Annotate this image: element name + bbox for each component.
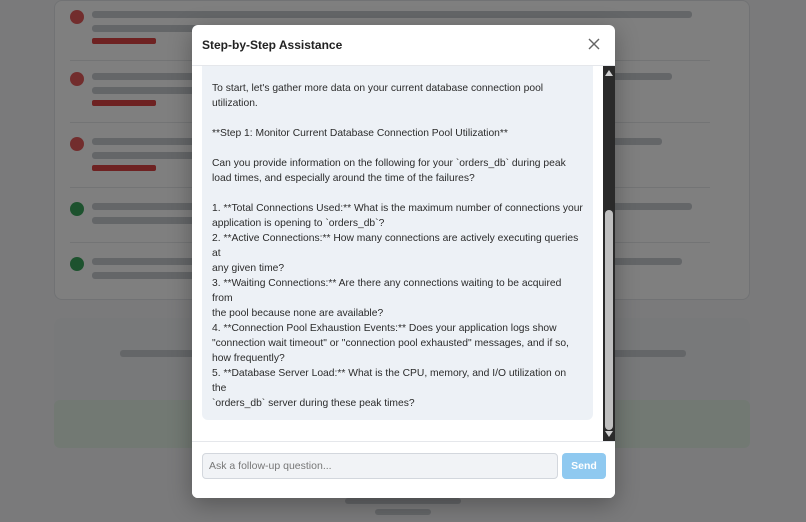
message-line: any given time? xyxy=(212,263,285,274)
message-line: 2. **Active Connections:** How many conn… xyxy=(212,233,579,259)
message-line: 1. **Total Connections Used:** What is t… xyxy=(212,203,583,214)
assistant-message: To start, let's gather more data on your… xyxy=(202,66,593,420)
close-button[interactable] xyxy=(586,36,602,52)
scrollbar[interactable] xyxy=(603,66,615,441)
close-icon xyxy=(588,38,600,50)
follow-up-input[interactable] xyxy=(202,453,558,479)
send-button[interactable]: Send xyxy=(562,453,606,479)
message-line: Can you provide information on the follo… xyxy=(212,158,566,169)
message-line: utilization. xyxy=(212,98,258,109)
modal-footer: Send xyxy=(192,441,615,498)
message-line: To start, let's gather more data on your… xyxy=(212,83,544,94)
scroll-down-arrow-icon[interactable] xyxy=(605,431,613,437)
message-line: "connection wait timeout" or "connection… xyxy=(212,338,569,349)
message-line: 3. **Waiting Connections:** Are there an… xyxy=(212,278,562,304)
message-line: **Step 1: Monitor Current Database Conne… xyxy=(212,128,508,139)
message-line: 4. **Connection Pool Exhaustion Events:*… xyxy=(212,323,557,334)
scroll-up-arrow-icon[interactable] xyxy=(605,70,613,76)
message-line: load times, and especially around the ti… xyxy=(212,173,475,184)
assistance-modal: Step-by-Step Assistance To start, let's … xyxy=(192,25,615,498)
message-line: application is opening to `orders_db`? xyxy=(212,218,385,229)
message-line: the pool because none are available? xyxy=(212,308,384,319)
message-line: how frequently? xyxy=(212,353,285,364)
modal-header: Step-by-Step Assistance xyxy=(192,25,615,66)
chat-scroll-area[interactable]: To start, let's gather more data on your… xyxy=(192,66,615,441)
scrollbar-thumb[interactable] xyxy=(605,210,613,430)
message-line: `orders_db` server during these peak tim… xyxy=(212,398,415,409)
message-line: 5. **Database Server Load:** What is the… xyxy=(212,368,567,394)
modal-title: Step-by-Step Assistance xyxy=(202,38,343,52)
